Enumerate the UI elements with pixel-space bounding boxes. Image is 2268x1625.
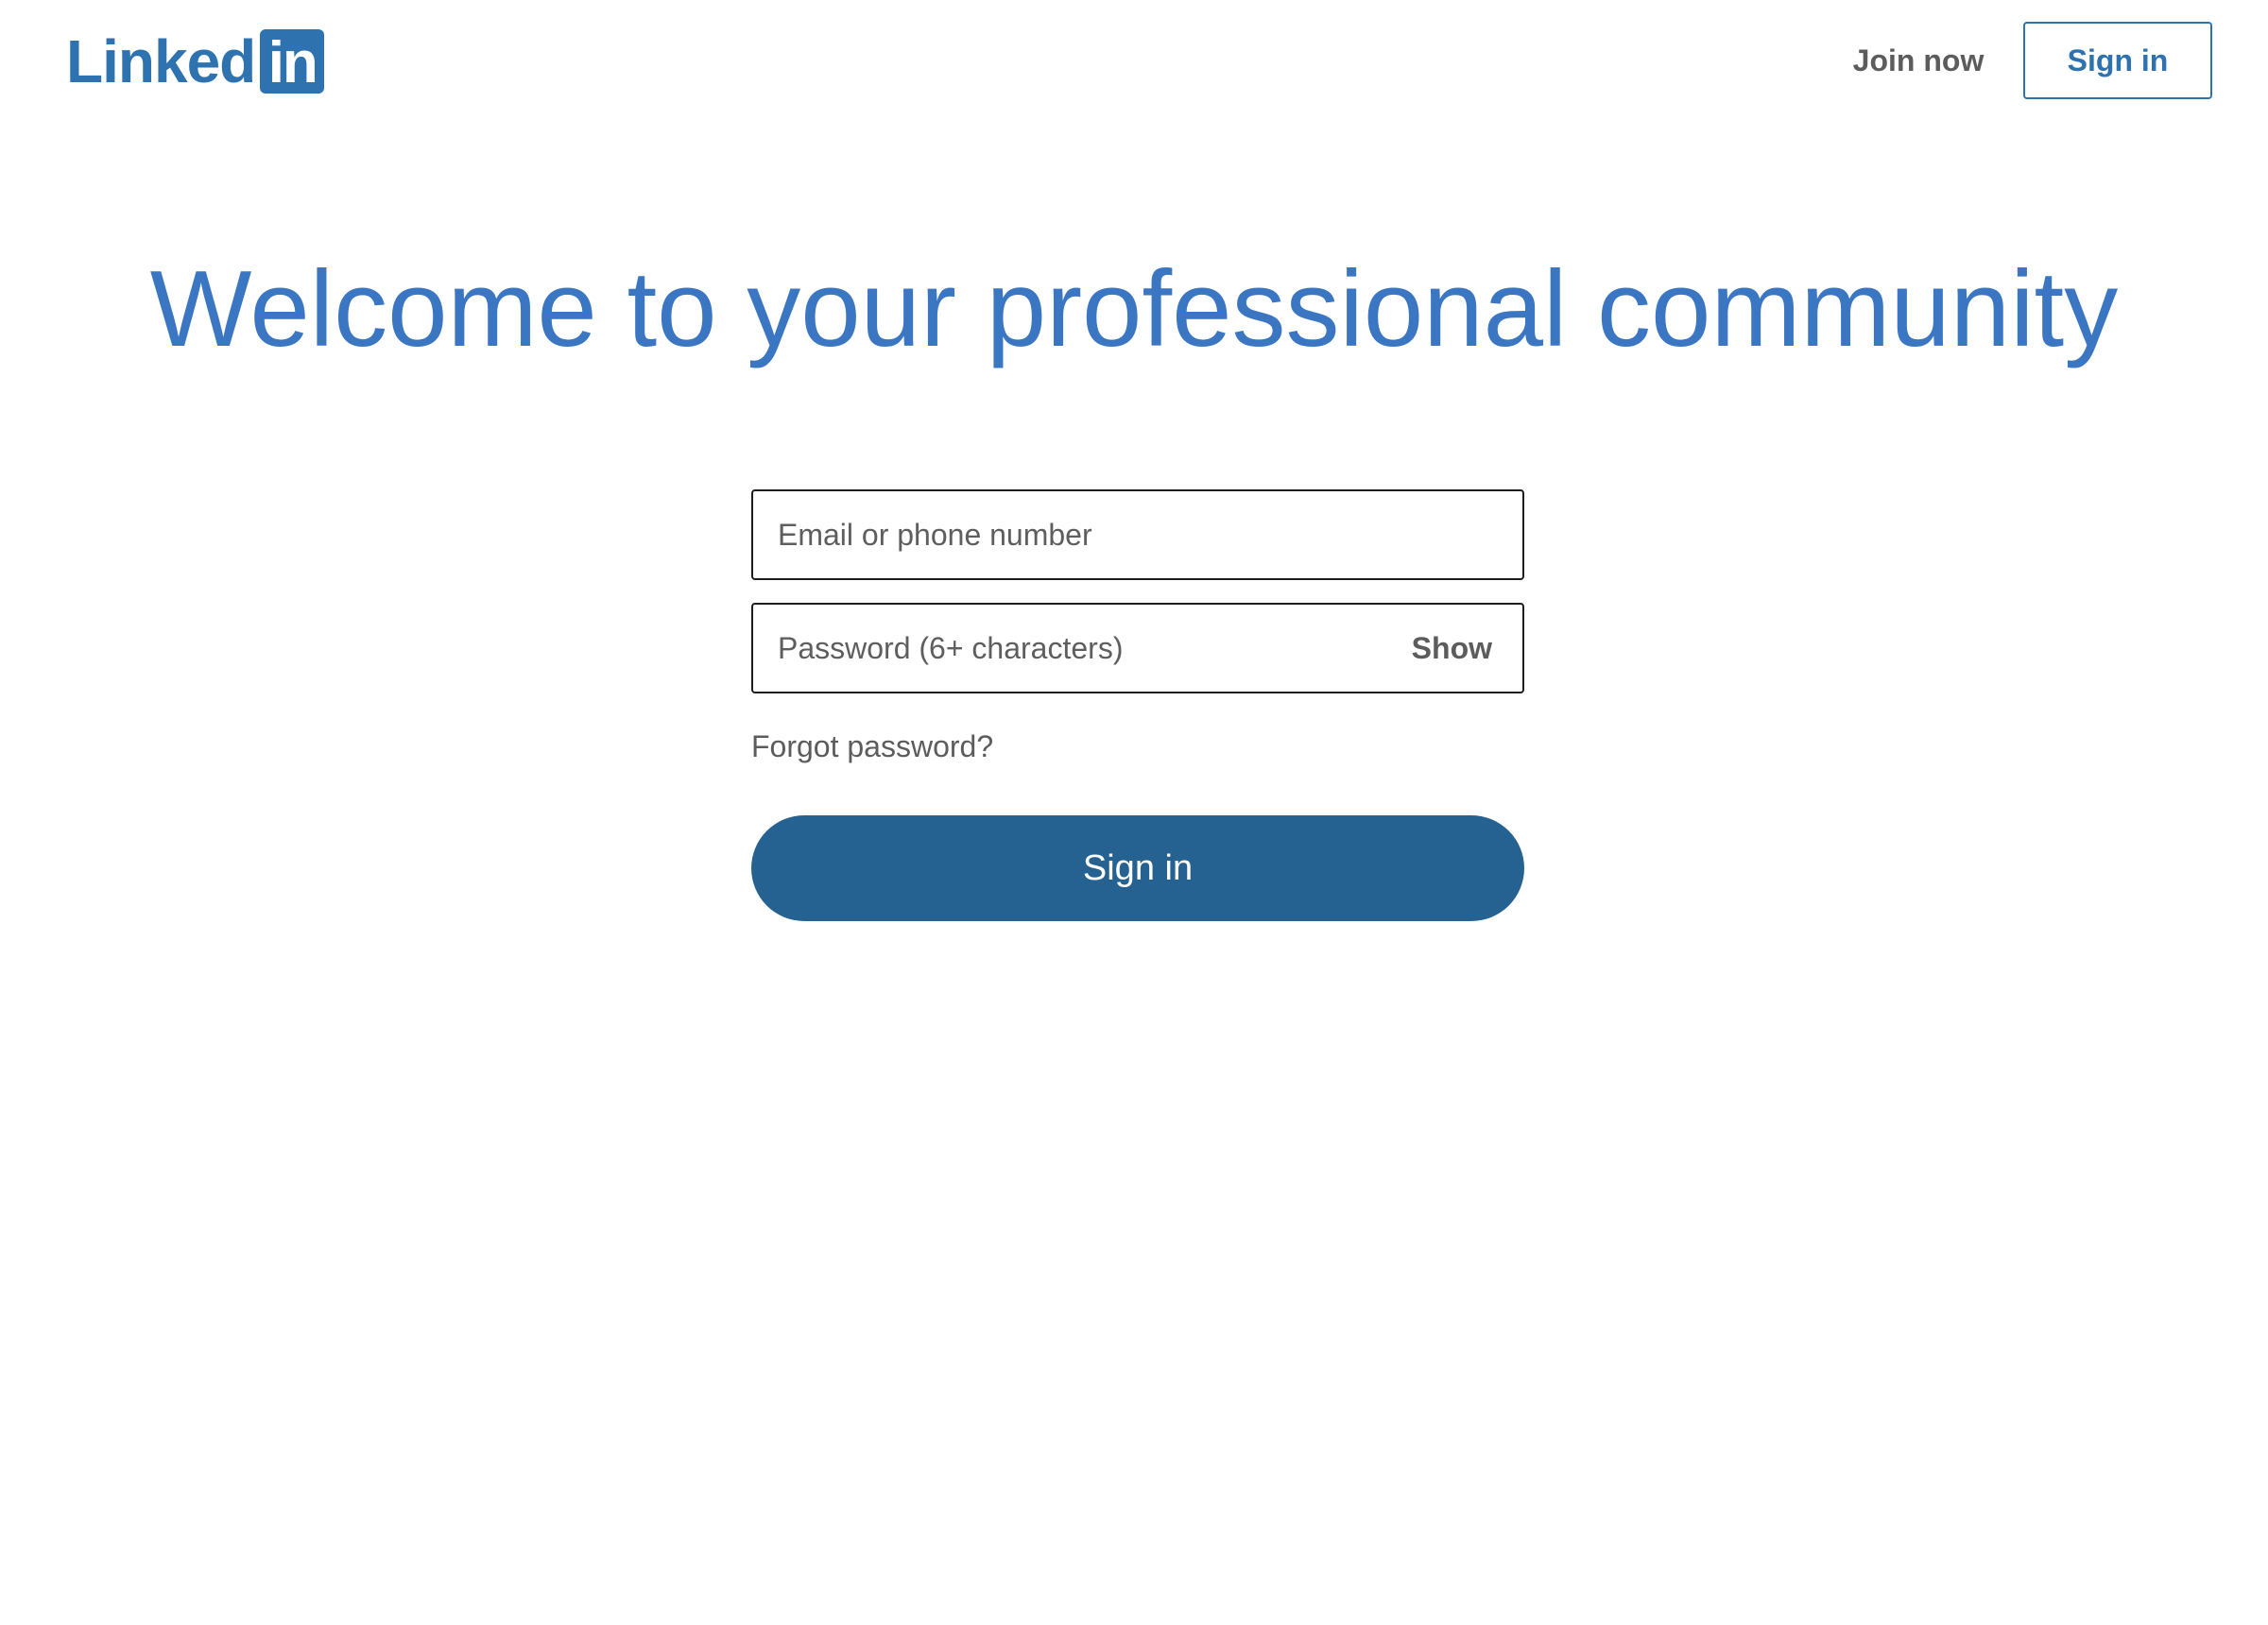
header-sign-in-button[interactable]: Sign in [2023, 22, 2212, 99]
linkedin-logo[interactable]: Linked in [66, 27, 325, 95]
email-field-container [751, 489, 1524, 580]
email-input[interactable] [753, 491, 1522, 578]
logo-in-icon: in [260, 29, 325, 95]
password-field-container: Show [751, 603, 1524, 693]
show-password-toggle[interactable]: Show [1402, 631, 1522, 666]
password-input[interactable] [753, 605, 1402, 692]
page-headline: Welcome to your professional community [149, 249, 2119, 369]
sign-in-button[interactable]: Sign in [751, 815, 1524, 921]
login-page: Linked in Join now Sign in Welcome to yo… [0, 0, 2268, 1625]
logo-wordmark: Linked [66, 27, 256, 95]
join-now-link[interactable]: Join now [1833, 34, 2003, 87]
forgot-password-link[interactable]: Forgot password? [751, 724, 993, 769]
